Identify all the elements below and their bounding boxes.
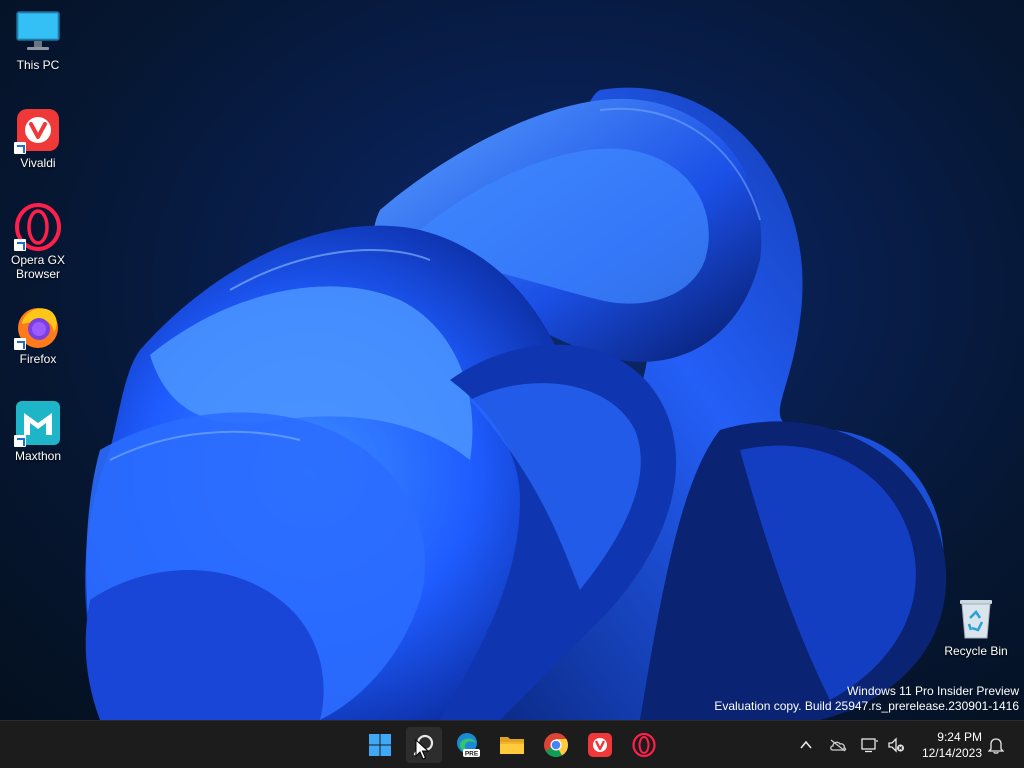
watermark-line-edition: Windows 11 Pro Insider Preview <box>847 684 1019 698</box>
shortcut-arrow-icon <box>14 239 26 251</box>
chrome-icon <box>544 733 568 758</box>
start-button[interactable] <box>362 727 398 763</box>
watermark-line-build: Evaluation copy. Build 25947.rs_prerelea… <box>714 699 1019 713</box>
taskbar-app-chrome[interactable] <box>538 727 574 763</box>
taskbar-app-opera-gx[interactable] <box>626 727 662 763</box>
desktop-icon-label: Opera GX Browser <box>10 253 66 281</box>
opera-gx-icon <box>632 733 656 757</box>
desktop-icon-label: Vivaldi <box>20 156 56 170</box>
bell-icon <box>988 738 1004 754</box>
desktop-icon-maxthon[interactable]: Maxthon <box>2 399 74 463</box>
chevron-up-icon <box>800 740 812 749</box>
desktop-icon-label: Maxthon <box>14 449 62 463</box>
taskbar-clock[interactable]: 9:24 PM 12/14/2023 <box>922 729 982 761</box>
desktop-icon-opera-gx[interactable]: Opera GX Browser <box>2 203 74 281</box>
shortcut-arrow-icon <box>14 338 26 350</box>
desktop-icon-this-pc[interactable]: This PC <box>2 8 74 72</box>
shortcut-arrow-icon <box>14 142 26 154</box>
taskbar: PRE 9:24 PM 12/14/2023 <box>0 720 1024 768</box>
volume-tray-button[interactable] <box>884 733 908 757</box>
desktop-icon-vivaldi[interactable]: Vivaldi <box>2 106 74 170</box>
clock-date: 12/14/2023 <box>921 746 982 760</box>
firefox-icon <box>14 302 62 350</box>
notification-center-button[interactable] <box>984 733 1008 757</box>
edge-badge: PRE <box>465 751 479 758</box>
desktop-icon-label: Firefox <box>19 352 57 366</box>
taskbar-app-file-explorer[interactable] <box>494 727 530 763</box>
taskbar-app-edge[interactable]: PRE <box>450 727 486 763</box>
taskbar-app-vivaldi[interactable] <box>582 727 618 763</box>
mouse-cursor-icon <box>415 739 429 760</box>
shortcut-arrow-icon <box>14 435 26 447</box>
desktop-icon-recycle-bin[interactable]: Recycle Bin <box>940 596 1012 658</box>
onedrive-tray-button[interactable] <box>826 733 850 757</box>
onedrive-offline-icon <box>830 739 847 752</box>
folder-icon <box>500 737 524 754</box>
build-watermark: Windows 11 Pro Insider Preview Evaluatio… <box>714 684 1019 714</box>
opera-gx-icon <box>14 203 62 251</box>
desktop-icon-label: This PC <box>16 58 60 72</box>
network-tray-button[interactable] <box>858 733 882 757</box>
desktop[interactable]: This PC Vivaldi Opera GX Browser Firefox… <box>0 0 1024 720</box>
desktop-icon-label: Recycle Bin <box>944 644 1008 658</box>
edge-pre-icon: PRE <box>457 733 480 758</box>
clock-time: 9:24 PM <box>937 730 982 744</box>
windows-start-icon <box>369 734 391 756</box>
wallpaper-bloom <box>85 87 947 720</box>
vivaldi-icon <box>588 733 612 757</box>
show-hidden-icons-button[interactable] <box>794 733 818 757</box>
volume-muted-icon <box>888 737 904 753</box>
network-icon <box>861 738 878 753</box>
desktop-icon-firefox[interactable]: Firefox <box>2 302 74 366</box>
monitor-icon <box>14 8 62 56</box>
vivaldi-icon <box>14 106 62 154</box>
recycle-bin-icon <box>956 596 996 640</box>
maxthon-icon <box>14 399 62 447</box>
